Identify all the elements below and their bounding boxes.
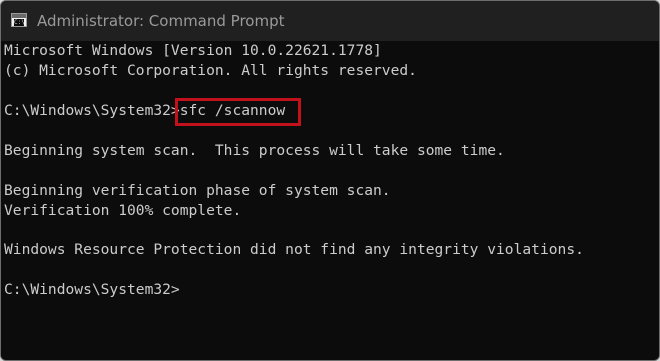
- final-prompt-line[interactable]: C:\Windows\System32>: [4, 281, 180, 299]
- command-highlight-box: [175, 98, 301, 126]
- title-bar[interactable]: C:\ Administrator: Command Prompt: [1, 1, 659, 41]
- verification-complete-line: Verification 100% complete.: [4, 202, 242, 219]
- command-prompt-icon: C:\: [11, 13, 27, 27]
- version-line: Microsoft Windows [Version 10.0.22621.17…: [4, 42, 382, 59]
- window-title: Administrator: Command Prompt: [37, 12, 285, 30]
- console-output[interactable]: Microsoft Windows [Version 10.0.22621.17…: [1, 41, 659, 360]
- prompt-path: C:\Windows\System32>: [4, 102, 180, 119]
- verification-phase-line: Beginning verification phase of system s…: [4, 182, 391, 199]
- copyright-line: (c) Microsoft Corporation. All rights re…: [4, 62, 417, 79]
- command-prompt-window: C:\ Administrator: Command Prompt Micros…: [0, 0, 660, 361]
- scan-start-line: Beginning system scan. This process will…: [4, 142, 505, 159]
- result-line: Windows Resource Protection did not find…: [4, 241, 584, 258]
